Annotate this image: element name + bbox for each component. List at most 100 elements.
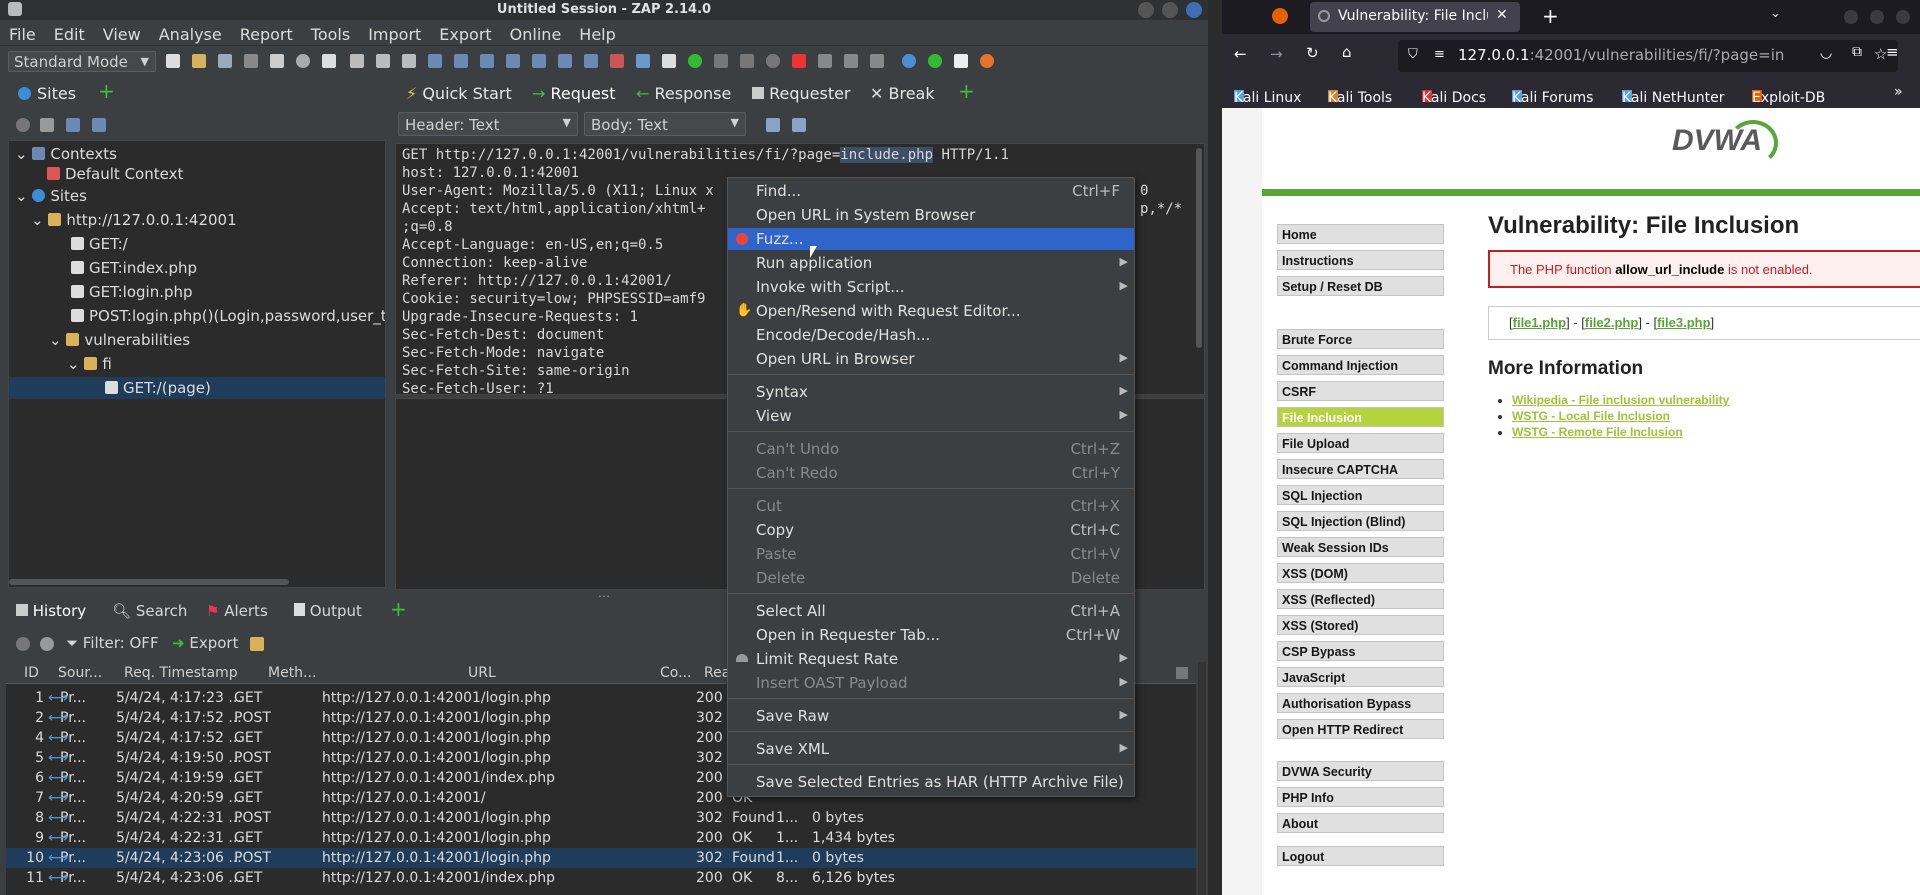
toolbar-icon-17[interactable] xyxy=(584,54,598,68)
menu-item-find[interactable]: Find... Ctrl+F xyxy=(728,180,1134,202)
split-view-icon[interactable] xyxy=(766,118,780,132)
tab-break[interactable]: ✕ Break xyxy=(870,84,935,103)
drop-red-x-icon[interactable] xyxy=(792,54,806,68)
sites-toolbar-icon-2[interactable] xyxy=(40,118,54,132)
nav-command-injection[interactable]: Command Injection xyxy=(1277,355,1444,375)
hud-icon[interactable] xyxy=(928,54,942,68)
menu-help[interactable]: Help xyxy=(570,20,624,44)
menu-report[interactable]: Report xyxy=(231,20,302,44)
session-properties-icon[interactable] xyxy=(270,54,284,68)
nav-logout[interactable]: Logout xyxy=(1277,846,1444,866)
menu-item-invoke-script[interactable]: Invoke with Script... ▶ xyxy=(728,276,1134,298)
nav-sql-injection-blind-[interactable]: SQL Injection (Blind) xyxy=(1277,511,1444,531)
menu-item-syntax[interactable]: Syntax ▶ xyxy=(728,381,1134,403)
tree-node-sites[interactable]: ⌄ Sites xyxy=(15,187,87,205)
nav-instructions[interactable]: Instructions xyxy=(1277,250,1444,270)
menu-file[interactable]: File xyxy=(0,20,45,44)
nav-dvwa-security[interactable]: DVWA Security xyxy=(1277,761,1444,781)
menu-import[interactable]: Import xyxy=(359,20,430,44)
break-green-icon[interactable] xyxy=(688,54,702,68)
body-view-select[interactable]: Body: Text ▼ xyxy=(584,112,746,136)
col-header-method[interactable]: Meth... xyxy=(268,665,316,681)
pocket-icon[interactable]: ◡ xyxy=(1820,45,1832,61)
table-row[interactable]: 11 Pr... 5/4/24, 4:23:06 ... GET http://127.… xyxy=(6,868,1196,888)
tab-sites[interactable]: Sites xyxy=(18,84,76,103)
tab-response[interactable]: ← Response xyxy=(636,84,731,103)
filter-button[interactable]: ⏷ Filter: OFF xyxy=(66,634,159,652)
menu-item-save-raw[interactable]: Save Raw ▶ xyxy=(728,705,1134,727)
sites-toolbar-icon-3[interactable] xyxy=(66,118,80,132)
add-tab-plus-icon[interactable]: + xyxy=(958,79,975,103)
help-icon[interactable] xyxy=(902,54,916,68)
menu-item-view[interactable]: View ▶ xyxy=(728,405,1134,427)
firefox-view-icon[interactable] xyxy=(1272,8,1288,24)
nav-file-inclusion[interactable]: File Inclusion xyxy=(1277,407,1444,427)
layout-icon[interactable] xyxy=(322,54,336,68)
reload-icon[interactable]: ↻ xyxy=(1306,44,1319,62)
minimize-button[interactable] xyxy=(1138,2,1154,18)
new-tab-plus-icon[interactable]: + xyxy=(1542,4,1559,28)
mode-select[interactable]: Standard Mode ▼ xyxy=(8,51,156,72)
tree-node-fi[interactable]: ⌄ fi xyxy=(67,355,112,373)
tab-search[interactable]: 🔍︎ Search xyxy=(112,602,187,620)
more-bookmarks-icon[interactable]: » xyxy=(1894,84,1903,100)
col-header-timestamp[interactable]: Req. Timestamp xyxy=(124,665,238,681)
toolbar-icon-16[interactable] xyxy=(558,54,572,68)
toolbar-icon-14[interactable] xyxy=(506,54,520,68)
menu-item-paste[interactable]: Paste Ctrl+V xyxy=(728,543,1134,565)
history-scrollbar[interactable] xyxy=(1198,662,1206,895)
link-file1[interactable]: file1.php xyxy=(1513,315,1566,330)
toolbar-icon-18[interactable] xyxy=(610,54,624,68)
tab-history[interactable]: History xyxy=(16,602,86,620)
continue-icon[interactable] xyxy=(740,54,754,68)
menu-edit[interactable]: Edit xyxy=(45,20,94,44)
snapshot-icon[interactable] xyxy=(244,54,258,68)
nav-sql-injection[interactable]: SQL Injection xyxy=(1277,485,1444,505)
menu-item-save-har[interactable]: Save Selected Entries as HAR (HTTP Archi… xyxy=(728,771,1134,793)
broom-icon[interactable] xyxy=(250,637,264,651)
menu-item-copy[interactable]: Copy Ctrl+C xyxy=(728,519,1134,541)
menu-item-redo[interactable]: Can't Redo Ctrl+Y xyxy=(728,462,1134,484)
step-icon[interactable] xyxy=(714,54,728,68)
tab-request[interactable]: → Request xyxy=(532,84,616,103)
menu-item-fuzz[interactable]: Fuzz... xyxy=(728,228,1134,250)
close-button[interactable] xyxy=(1186,2,1202,18)
menu-item-open-requester-tab[interactable]: Open in Requester Tab... Ctrl+W xyxy=(728,624,1134,646)
table-row[interactable]: 8 Pr... 5/4/24, 4:22:31 ... POST http://127.… xyxy=(6,808,1196,828)
minimize-button[interactable] xyxy=(1844,10,1858,24)
nav-csrf[interactable]: CSRF xyxy=(1277,381,1444,401)
toolbar-icon-13[interactable] xyxy=(480,54,494,68)
menu-item-open-url-browser[interactable]: Open URL in Browser ▶ xyxy=(728,348,1134,370)
tree-node-get-root[interactable]: GET:/ xyxy=(71,235,128,253)
tree-node-get-login[interactable]: GET:login.php xyxy=(71,283,193,301)
open-session-icon[interactable] xyxy=(192,54,206,68)
menu-item-cut[interactable]: Cut Ctrl+X xyxy=(728,495,1134,517)
back-arrow-icon[interactable]: ← xyxy=(1234,45,1247,63)
tree-node-post-login[interactable]: POST:login.php()(Login,password,user_to xyxy=(71,307,385,325)
nav-xss-reflected-[interactable]: XSS (Reflected) xyxy=(1277,589,1444,609)
nav-javascript[interactable]: JavaScript xyxy=(1277,667,1444,687)
toolbar-icon-8[interactable] xyxy=(350,54,364,68)
history-toolbar-icon-2[interactable] xyxy=(40,637,54,651)
toolbar-icon-28[interactable] xyxy=(870,54,884,68)
home-icon[interactable]: ⌂ xyxy=(1342,43,1352,61)
tree-node-get-index[interactable]: GET:index.php xyxy=(71,259,197,277)
new-session-icon[interactable] xyxy=(166,54,180,68)
close-button[interactable] xyxy=(1896,10,1910,24)
menu-export[interactable]: Export xyxy=(430,20,500,44)
link-file2[interactable]: file2.php xyxy=(1585,315,1638,330)
tab-dvwa-file-inclusion[interactable]: Vulnerability: File Inclusio ✕ xyxy=(1310,2,1520,32)
tree-node-vulnerabilities[interactable]: ⌄ vulnerabilities xyxy=(49,331,190,349)
menu-item-run-application[interactable]: Run application ▶ xyxy=(728,252,1134,274)
extensions-icon[interactable]: ⧉ xyxy=(1852,44,1862,60)
drop-icon[interactable] xyxy=(766,54,780,68)
nav-open-http-redirect[interactable]: Open HTTP Redirect xyxy=(1277,719,1444,739)
column-picker-icon[interactable] xyxy=(1176,667,1188,679)
link-wstg-lfi[interactable]: WSTG - Local File Inclusion xyxy=(1512,409,1670,423)
nav-about[interactable]: About xyxy=(1277,813,1444,833)
maximize-button[interactable] xyxy=(1162,2,1178,18)
nav-weak-session-ids[interactable]: Weak Session IDs xyxy=(1277,537,1444,557)
menu-item-insert-oast[interactable]: Insert OAST Payload ▶ xyxy=(728,672,1134,694)
tab-output[interactable]: Output xyxy=(294,602,362,620)
toolbar-icon-26[interactable] xyxy=(818,54,832,68)
